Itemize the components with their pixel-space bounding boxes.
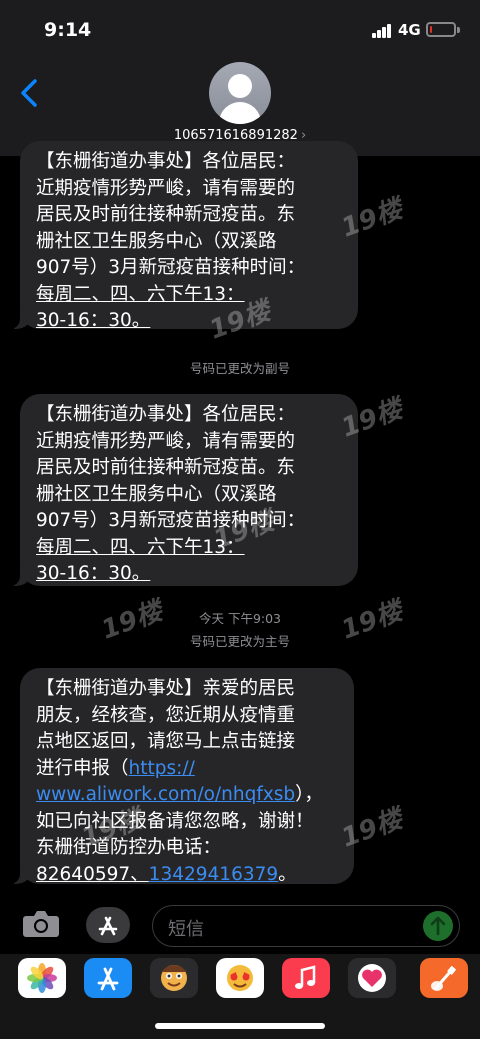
message-link[interactable]: www.aliwork.com/o/nhqfxsb — [36, 784, 295, 805]
animoji-app-icon[interactable] — [216, 958, 264, 998]
message-line: 如已向社区报备请您忽略，谢谢！ — [36, 810, 314, 832]
contact-avatar[interactable] — [209, 62, 271, 124]
message-input-placeholder: 短信 — [168, 919, 204, 940]
network-type: 4G — [398, 21, 421, 39]
camera-icon[interactable] — [22, 908, 60, 938]
message-bubble[interactable]: 【东栅街道办事处】亲爱的居民 朋友，经核查，您近期从疫情重 点地区返回，请您马上… — [6, 668, 354, 885]
message-line: 【东栅街道办事处】亲爱的居民 — [36, 678, 296, 699]
number-changed-note: 号码已更改为副号 — [189, 361, 290, 376]
message-line: 近期疫情形势严峻，请有需要的 — [36, 430, 296, 452]
message-line: 点地区返回，请您马上点击链接 — [36, 731, 296, 752]
digital-touch-app-icon[interactable] — [348, 958, 396, 998]
message-timestamp: 今天 下午9:03 — [198, 611, 282, 626]
message-line: 907号）3月新冠疫苗接种时间： — [36, 257, 306, 278]
phone-number[interactable]: 82640597、 — [36, 864, 149, 885]
message-line[interactable]: 每周二、四、六下午13： — [36, 282, 342, 309]
phone-number-link[interactable]: 13429416379 — [149, 864, 278, 885]
message-link[interactable]: https:// — [129, 758, 195, 779]
music-app-icon[interactable] — [282, 958, 330, 998]
app-store-icon — [98, 916, 118, 936]
message-text: 进行申报（ — [36, 757, 129, 779]
message-line: 栅社区卫生服务中心（双溪路 — [36, 230, 277, 252]
person-icon — [228, 74, 252, 98]
status-bar: 9:14 4G — [0, 0, 480, 60]
garageband-app-icon[interactable] — [420, 958, 468, 998]
status-time: 9:14 — [44, 19, 92, 41]
message-line: 近期疫情形势严峻，请有需要的 — [36, 177, 296, 199]
back-chevron-icon[interactable] — [18, 78, 40, 108]
message-line: 栅社区卫生服务中心（双溪路 — [36, 483, 277, 505]
message-line[interactable]: 每周二、四、六下午13： — [36, 535, 342, 562]
cellular-signal-icon — [372, 24, 392, 38]
message-text: ）， — [295, 784, 323, 805]
message-line: 东栅街道防控办电话： — [36, 837, 222, 858]
message-line: 居民及时前往接种新冠疫苗。东 — [36, 204, 296, 225]
message-line: 朋友，经核查，您近期从疫情重 — [36, 704, 296, 726]
message-line: 居民及时前往接种新冠疫苗。东 — [36, 457, 296, 478]
message-input[interactable]: 短信 — [152, 905, 460, 947]
message-line: 【东栅街道办事处】各位居民： — [36, 151, 296, 172]
memoji-app-icon[interactable] — [150, 958, 198, 998]
app-store-button[interactable] — [86, 907, 130, 943]
number-changed-note: 号码已更改为主号 — [189, 634, 290, 649]
message-line[interactable]: 30-16：30。 — [36, 308, 342, 335]
photos-app-icon[interactable] — [18, 958, 66, 998]
home-indicator[interactable] — [155, 1023, 325, 1029]
message-bubble[interactable]: 【东栅街道办事处】各位居民： 近期疫情形势严峻，请有需要的 居民及时前往接种新冠… — [6, 394, 358, 588]
message-line: 【东栅街道办事处】各位居民： — [36, 404, 296, 425]
send-button[interactable] — [423, 911, 453, 941]
battery-icon — [426, 22, 456, 37]
message-text: 。 — [278, 863, 297, 885]
message-bubble[interactable]: 【东栅街道办事处】各位居民： 近期疫情形势严峻，请有需要的 居民及时前往接种新冠… — [6, 141, 358, 331]
message-line[interactable]: 30-16：30。 — [36, 561, 342, 588]
arrow-up-icon — [430, 916, 446, 936]
app-store-app-icon[interactable] — [84, 958, 132, 998]
message-line: 907号）3月新冠疫苗接种时间： — [36, 510, 306, 531]
